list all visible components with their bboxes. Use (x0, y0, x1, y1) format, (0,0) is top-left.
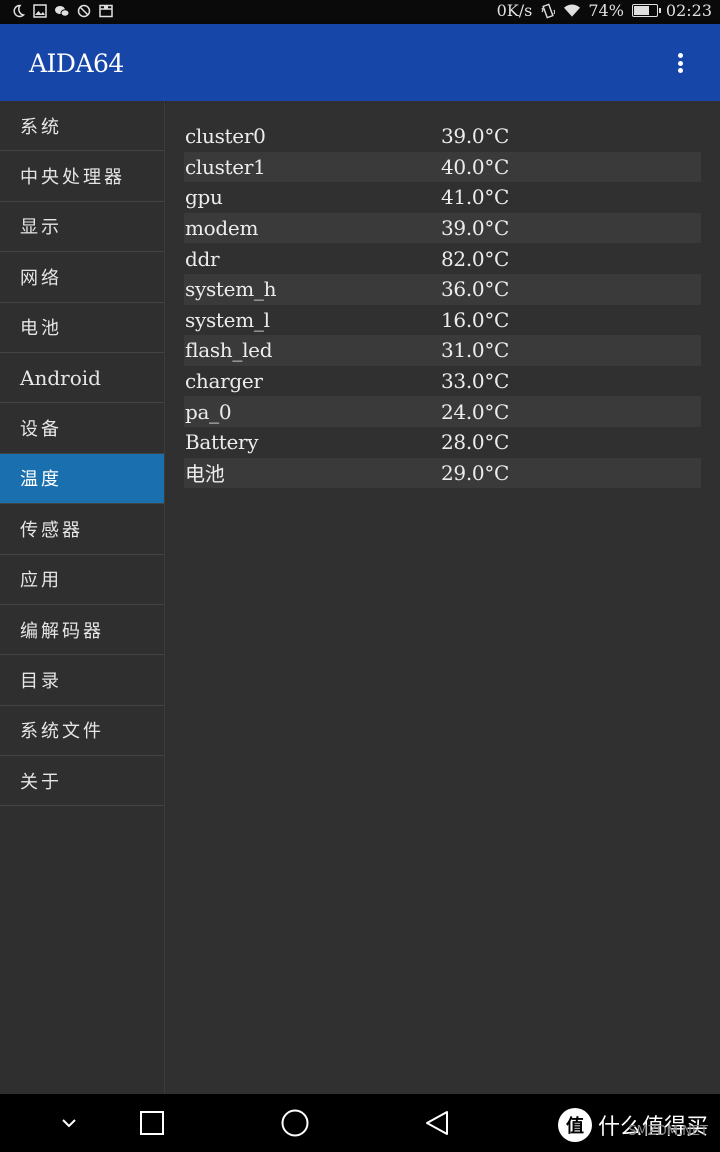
sensor-value: 36.0°C (441, 277, 510, 302)
status-notification-icons (10, 3, 114, 19)
sensor-value: 24.0°C (441, 399, 510, 424)
net-speed: 0K/s (496, 1, 533, 20)
home-icon (281, 1109, 309, 1137)
hide-nav-button[interactable] (54, 1108, 84, 1138)
sensor-name: flash_led (185, 338, 273, 363)
mail-icon (98, 3, 114, 19)
sidebar-item[interactable]: 中央处理器 (0, 151, 164, 202)
back-icon (426, 1111, 448, 1135)
sensor-name: system_l (185, 307, 270, 332)
sidebar-item[interactable]: 编解码器 (0, 605, 164, 656)
sensor-value: 41.0°C (441, 185, 510, 210)
temperature-row: charger 33.0°C (184, 366, 701, 397)
temperature-row: system_l 16.0°C (184, 305, 701, 336)
battery-percent: 74% (588, 1, 624, 20)
temperature-row: flash_led 31.0°C (184, 335, 701, 366)
battery-icon (631, 4, 661, 17)
app-title: AIDA64 (29, 49, 124, 78)
overflow-menu-button[interactable] (670, 51, 690, 75)
sidebar-item[interactable]: 传感器 (0, 504, 164, 555)
battery-level (633, 6, 650, 15)
sensor-value: 16.0°C (441, 307, 510, 332)
sensor-name: charger (185, 369, 263, 394)
overflow-dot (677, 68, 683, 73)
sidebar-item[interactable]: Android (0, 353, 164, 404)
recents-button[interactable] (137, 1108, 167, 1138)
temperature-row: ddr 82.0°C (184, 243, 701, 274)
status-bar: 0K/s 74% 02:23 (0, 0, 720, 24)
temperature-row: cluster0 39.0°C (184, 121, 701, 152)
watermark-sub: SMZDM.NET (628, 1124, 708, 1139)
temperature-row: gpu 41.0°C (184, 182, 701, 213)
sidebar-item[interactable]: 电池 (0, 303, 164, 353)
sensor-value: 40.0°C (441, 154, 510, 179)
sensor-name: pa_0 (185, 399, 232, 424)
moon-icon (10, 3, 26, 19)
back-button[interactable] (422, 1108, 452, 1138)
sensor-name: system_h (185, 277, 277, 302)
sidebar-item[interactable]: 系统文件 (0, 706, 164, 757)
sensor-value: 39.0°C (441, 124, 510, 149)
sidebar-item[interactable]: 系统 (0, 101, 164, 152)
sidebar-item[interactable]: 应用 (0, 555, 164, 605)
sensor-value: 82.0°C (441, 246, 510, 271)
watermark-badge: 值 (557, 1108, 592, 1142)
category-sidebar: 系统 中央处理器 显示 网络 电池 Android 设备 温度 传感器 应用 编解码器 目录 系统文件关… (0, 101, 165, 1094)
sidebar-item[interactable]: 温度 (0, 453, 164, 505)
sidebar-item[interactable]: 设备 (0, 403, 164, 454)
temperature-panel: cluster0 39.0°C cluster1 40.0°C gpu 41.0°C mod… (166, 101, 720, 1094)
system-nav-bar: 值 什么值得买 SMZDM.NET (0, 1094, 720, 1152)
sensor-name: cluster0 (185, 124, 266, 149)
temperature-table: cluster0 39.0°C cluster1 40.0°C gpu 41.0°C mod… (184, 121, 701, 489)
wechat-icon (54, 3, 70, 19)
sidebar-item[interactable]: 目录 (0, 655, 164, 706)
recents-icon (140, 1111, 164, 1135)
sensor-name: gpu (185, 185, 223, 210)
sensor-value: 28.0°C (441, 430, 510, 455)
status-system-info: 0K/s 74% 02:23 (497, 1, 712, 20)
temperature-row: pa_0 24.0°C (184, 396, 701, 427)
overflow-dot (677, 60, 683, 66)
sidebar-item[interactable]: 网络 (0, 252, 164, 303)
temperature-row: 电池 29.0°C (184, 457, 701, 489)
vibrate-icon (540, 2, 556, 19)
sidebar-item[interactable]: 关于 (0, 756, 164, 807)
sensor-value: 31.0°C (441, 338, 510, 363)
sensor-name: modem (185, 216, 259, 241)
sensor-name: 电池 (185, 462, 225, 487)
home-button[interactable] (280, 1108, 310, 1138)
overflow-menu-icon (677, 53, 683, 58)
image-icon (32, 3, 48, 19)
sensor-name: ddr (185, 246, 220, 271)
sensor-name: cluster1 (185, 154, 266, 179)
chevron-down-icon (62, 1119, 76, 1128)
temperature-row: cluster1 40.0°C (184, 151, 701, 183)
temperature-row: Battery 28.0°C (184, 427, 701, 458)
wifi-icon (564, 3, 581, 19)
no-disturb-icon (76, 3, 92, 19)
sensor-value: 33.0°C (441, 369, 510, 394)
app-bar: AIDA64 (0, 24, 720, 101)
sensor-value: 29.0°C (441, 460, 510, 485)
sensor-name: Battery (185, 430, 259, 455)
sidebar-item[interactable]: 显示 (0, 202, 164, 253)
temperature-row: modem 39.0°C (184, 212, 701, 244)
status-time: 02:23 (665, 1, 712, 20)
temperature-row: system_h 36.0°C (184, 273, 701, 305)
sensor-value: 39.0°C (441, 216, 510, 241)
